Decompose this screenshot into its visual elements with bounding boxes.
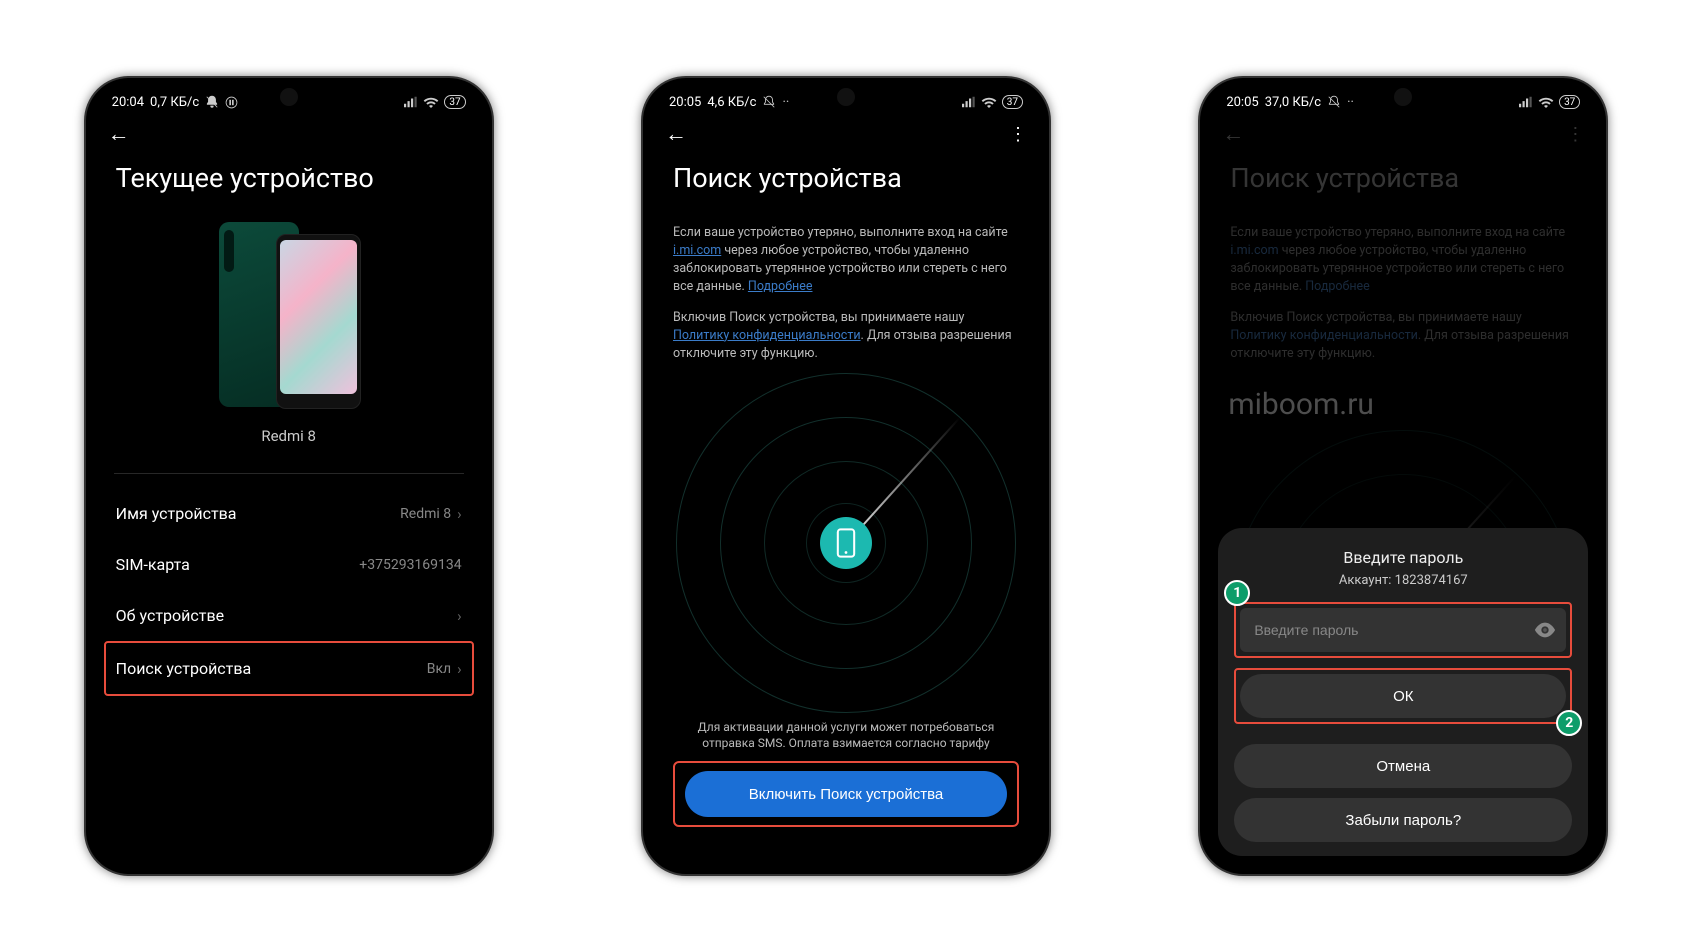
phone-mockup-3: 20:05 37,0 КБ/с ·· 37 ← ⋮ Поиск устройст… — [1198, 76, 1608, 876]
mute-icon — [205, 95, 219, 109]
back-button: ← — [1222, 121, 1252, 147]
enable-button-highlight: Включить Поиск устройства — [673, 761, 1019, 827]
password-field-highlight: 1 — [1234, 602, 1572, 658]
row-sim[interactable]: SIM-карта +375293169134 — [114, 539, 464, 590]
mute-icon — [1327, 95, 1341, 109]
status-data-rate: 4,6 КБ/с — [707, 95, 756, 110]
chevron-right-icon: › — [457, 505, 462, 523]
battery-indicator: 37 — [1559, 95, 1580, 109]
cancel-button[interactable]: Отмена — [1234, 744, 1572, 788]
description-paragraph-1: Если ваше устройство утеряно, выполните … — [671, 208, 1021, 301]
back-button[interactable]: ← — [108, 121, 138, 147]
signal-icon — [962, 96, 976, 108]
status-time: 20:05 — [1226, 95, 1258, 110]
nav-bar: ← ⋮ — [651, 114, 1041, 154]
battery-indicator: 37 — [444, 95, 465, 109]
page-title: Текущее устройство — [94, 154, 484, 208]
link-learn-more[interactable]: Подробнее — [748, 279, 813, 294]
radar-graphic — [676, 373, 1016, 713]
page-title: Поиск устройства — [651, 154, 1041, 208]
page-title: Поиск устройства — [1208, 154, 1598, 208]
device-name-heading: Redmi 8 — [114, 427, 464, 445]
signal-icon — [404, 96, 418, 108]
watermark: miboom.ru — [1228, 367, 1578, 422]
status-time: 20:05 — [669, 95, 701, 110]
wifi-icon — [423, 96, 439, 108]
description-paragraph-2: Включив Поиск устройства, вы принимаете … — [671, 301, 1021, 367]
wifi-icon — [981, 96, 997, 108]
status-data-rate: 0,7 КБ/с — [150, 95, 199, 110]
more-menu-button: ⋮ — [1554, 124, 1584, 145]
status-data-rate: 37,0 КБ/с — [1265, 95, 1321, 110]
row-find-value: Вкл — [427, 661, 451, 677]
chevron-right-icon: › — [457, 607, 462, 625]
description-paragraph-1: Если ваше устройство утеряно, выполните … — [1228, 208, 1578, 301]
pause-icon — [225, 96, 238, 109]
ok-button[interactable]: ОК — [1240, 674, 1566, 718]
more-menu-button[interactable]: ⋮ — [997, 124, 1027, 145]
link-mi-com[interactable]: i.mi.com — [673, 243, 721, 258]
show-password-icon[interactable] — [1534, 622, 1556, 638]
ok-button-highlight: ОК 2 — [1234, 668, 1572, 724]
row-sim-label: SIM-карта — [116, 555, 190, 574]
callout-1: 1 — [1224, 580, 1250, 606]
mute-icon — [762, 95, 776, 109]
divider — [114, 473, 464, 474]
forgot-password-button[interactable]: Забыли пароль? — [1234, 798, 1572, 842]
callout-2: 2 — [1556, 710, 1582, 736]
link-privacy-policy[interactable]: Политику конфиденциальности — [673, 328, 861, 343]
password-dialog: Введите пароль Аккаунт: 1823874167 1 ОК … — [1218, 528, 1588, 856]
screen-2: 20:05 4,6 КБ/с ·· 37 ← ⋮ Поиск устройств… — [651, 86, 1041, 866]
signal-icon — [1519, 96, 1533, 108]
chevron-right-icon: › — [457, 660, 462, 678]
screen-1: 20:04 0,7 КБ/с 37 ← — [94, 86, 484, 866]
nav-bar: ← ⋮ — [1208, 114, 1598, 154]
device-image — [209, 222, 369, 417]
camera-notch — [837, 88, 855, 106]
dialog-account: Аккаунт: 1823874167 — [1234, 573, 1572, 588]
more-notif-icon: ·· — [782, 95, 789, 110]
row-device-name-label: Имя устройства — [116, 504, 237, 523]
dialog-title: Введите пароль — [1234, 548, 1572, 567]
description-paragraph-2: Включив Поиск устройства, вы принимаете … — [1228, 301, 1578, 367]
row-device-name-value: Redmi 8 — [400, 506, 451, 522]
more-notif-icon: ·· — [1347, 95, 1354, 110]
phone-icon — [820, 517, 872, 569]
camera-notch — [1394, 88, 1412, 106]
password-input[interactable] — [1240, 608, 1566, 652]
camera-notch — [280, 88, 298, 106]
wifi-icon — [1538, 96, 1554, 108]
activation-note: Для активации данной услуги может потреб… — [671, 719, 1021, 751]
row-sim-value: +375293169134 — [359, 557, 461, 573]
battery-indicator: 37 — [1002, 95, 1023, 109]
nav-bar: ← — [94, 114, 484, 154]
screen-3: 20:05 37,0 КБ/с ·· 37 ← ⋮ Поиск устройст… — [1208, 86, 1598, 866]
back-button[interactable]: ← — [665, 121, 695, 147]
row-find-device[interactable]: Поиск устройства Вкл › — [104, 641, 474, 696]
row-find-label: Поиск устройства — [116, 659, 252, 678]
status-time: 20:04 — [112, 95, 144, 110]
row-device-name[interactable]: Имя устройства Redmi 8 › — [114, 488, 464, 539]
phone-mockup-1: 20:04 0,7 КБ/с 37 ← — [84, 76, 494, 876]
row-about[interactable]: Об устройстве › — [114, 590, 464, 641]
enable-find-device-button[interactable]: Включить Поиск устройства — [685, 771, 1007, 817]
row-about-label: Об устройстве — [116, 606, 224, 625]
phone-mockup-2: 20:05 4,6 КБ/с ·· 37 ← ⋮ Поиск устройств… — [641, 76, 1051, 876]
